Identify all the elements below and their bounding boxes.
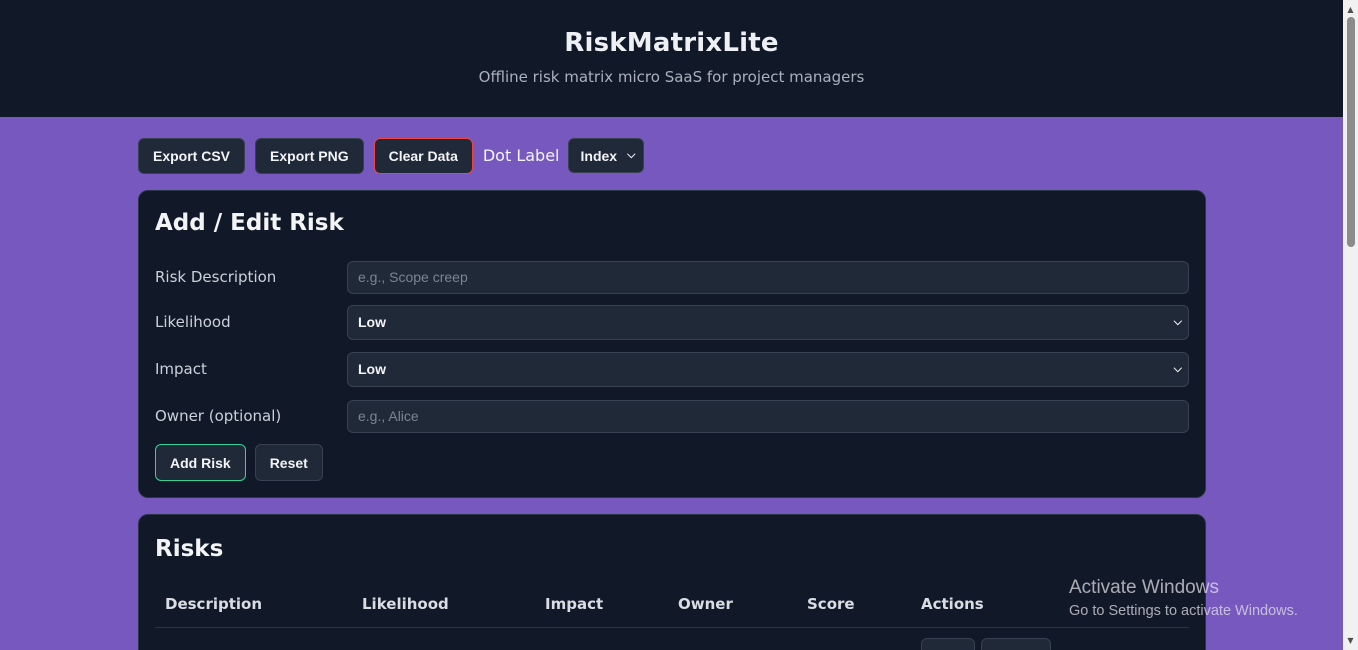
- column-header-owner[interactable]: Owner: [668, 593, 797, 628]
- owner-row: Owner (optional) e.g., Alice: [155, 399, 1189, 433]
- watermark-line-1: Activate Windows: [1069, 577, 1219, 598]
- risks-panel: Risks Description Likelihood Impact Owne…: [138, 514, 1206, 650]
- chevron-down-icon: ⌵: [627, 149, 636, 161]
- owner-input[interactable]: e.g., Alice: [347, 399, 1189, 433]
- description-input[interactable]: e.g., Scope creep: [347, 260, 1189, 294]
- dot-label-select-value: Index: [580, 147, 618, 164]
- app-subtitle: Offline risk matrix micro SaaS for proje…: [478, 68, 865, 86]
- chevron-down-icon: ⌵: [1173, 315, 1182, 328]
- risks-table: Description Likelihood Impact Owner Scor…: [155, 593, 1189, 628]
- windows-activation-watermark: Activate Windows Go to Settings to activ…: [1069, 577, 1298, 619]
- add-risk-button[interactable]: Add Risk: [155, 444, 246, 481]
- clear-data-button[interactable]: Clear Data: [373, 137, 473, 174]
- likelihood-label: Likelihood: [155, 313, 231, 331]
- likelihood-select-value: Low: [358, 314, 386, 330]
- description-row: Risk Description e.g., Scope creep: [155, 260, 1189, 294]
- column-header-impact[interactable]: Impact: [535, 593, 668, 628]
- toolbar: Export CSV Export PNG Clear Data Dot Lab…: [138, 137, 645, 174]
- impact-select-value: Low: [358, 361, 386, 377]
- owner-label: Owner (optional): [155, 407, 282, 425]
- table-row-actions: [921, 638, 1051, 650]
- watermark-line-2: Go to Settings to activate Windows.: [1069, 603, 1298, 619]
- scrollbar-thumb[interactable]: [1347, 17, 1355, 247]
- risks-title: Risks: [155, 536, 224, 562]
- reset-button[interactable]: Reset: [254, 444, 323, 481]
- export-csv-button[interactable]: Export CSV: [138, 137, 246, 174]
- column-header-likelihood[interactable]: Likelihood: [352, 593, 535, 628]
- add-edit-risk-panel: Add / Edit Risk Risk Description e.g., S…: [138, 190, 1206, 498]
- app-page: RiskMatrixLite Offline risk matrix micro…: [0, 0, 1343, 650]
- impact-label: Impact: [155, 360, 207, 378]
- export-png-button[interactable]: Export PNG: [255, 137, 364, 174]
- dot-label-text: Dot Label: [482, 146, 560, 165]
- form-actions: Add Risk Reset: [155, 444, 323, 481]
- impact-select[interactable]: Low ⌵: [347, 351, 1189, 387]
- form-title: Add / Edit Risk: [155, 210, 344, 236]
- impact-row: Impact Low ⌵: [155, 351, 1189, 387]
- edit-button[interactable]: [921, 638, 975, 650]
- delete-button[interactable]: [981, 638, 1051, 650]
- scroll-down-arrow-icon[interactable]: ▼: [1343, 633, 1358, 648]
- table-header-row: Description Likelihood Impact Owner Scor…: [155, 593, 1189, 628]
- likelihood-row: Likelihood Low ⌵: [155, 304, 1189, 340]
- column-header-description[interactable]: Description: [155, 593, 352, 628]
- app-title: RiskMatrixLite: [564, 28, 779, 58]
- scroll-up-arrow-icon[interactable]: ▲: [1343, 2, 1358, 17]
- dot-label-select[interactable]: Index ⌵: [567, 138, 645, 173]
- app-header: RiskMatrixLite Offline risk matrix micro…: [0, 0, 1343, 117]
- likelihood-select[interactable]: Low ⌵: [347, 304, 1189, 340]
- vertical-scrollbar[interactable]: ▲ ▼: [1343, 0, 1358, 650]
- description-label: Risk Description: [155, 268, 277, 286]
- column-header-score[interactable]: Score: [797, 593, 911, 628]
- chevron-down-icon: ⌵: [1173, 362, 1182, 375]
